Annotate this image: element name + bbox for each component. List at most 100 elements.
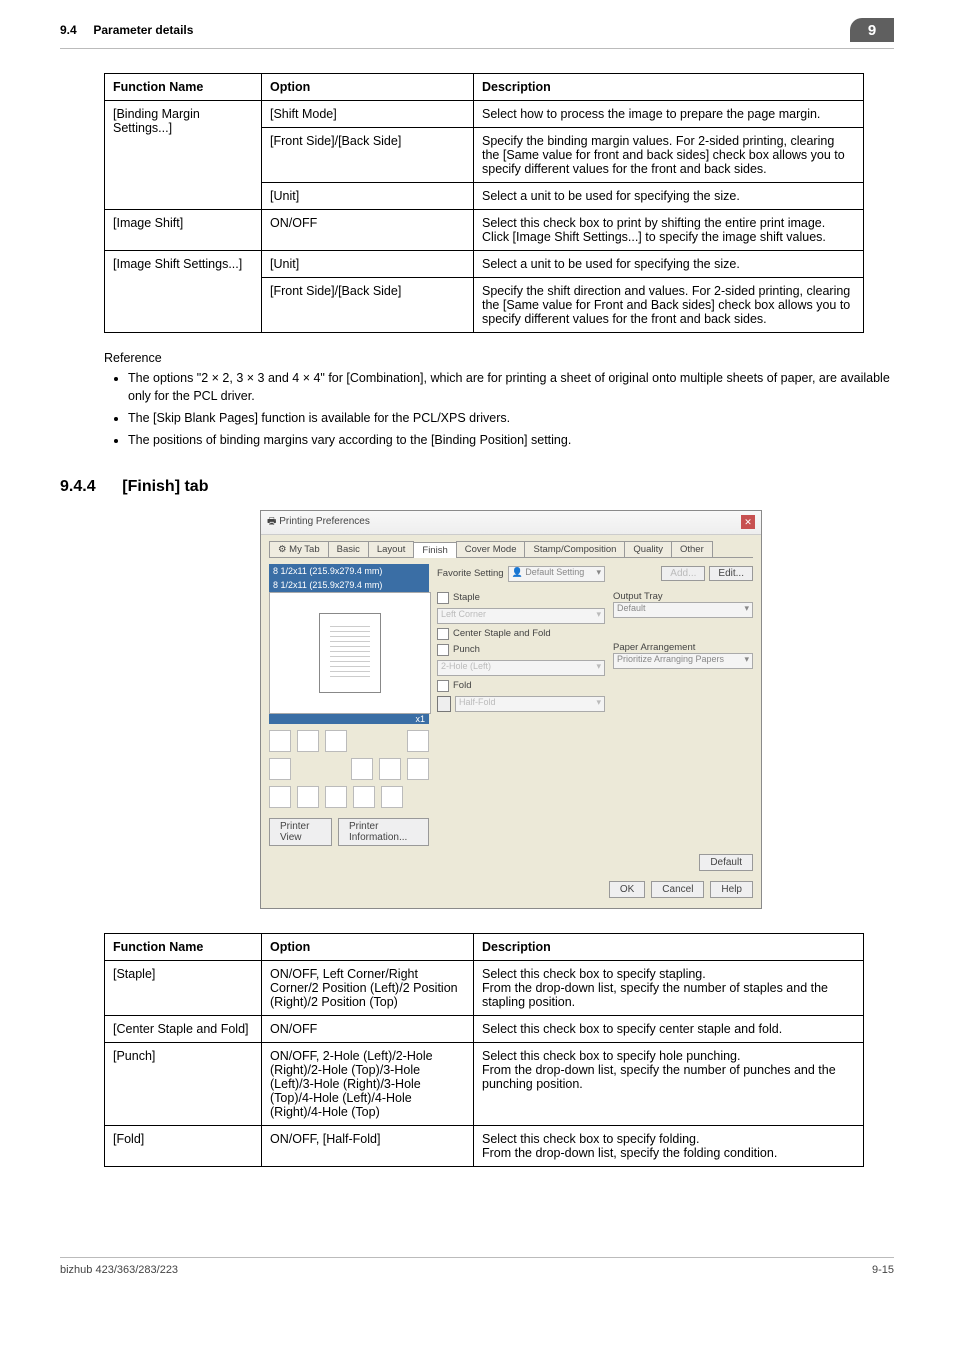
fn-cell: [Fold] (105, 1125, 262, 1166)
dialog-title: Printing Preferences (279, 516, 370, 527)
desc-cell: Select this check box to specify center … (474, 1015, 864, 1042)
chevron-down-icon: ▾ (596, 697, 601, 708)
table-row: [Image Shift Settings...] [Unit] Select … (105, 251, 864, 278)
tool-icon[interactable] (297, 730, 319, 752)
edit-button[interactable]: Edit... (709, 566, 753, 581)
chevron-down-icon: ▾ (596, 609, 601, 620)
table-row: [Staple] ON/OFF, Left Corner/Right Corne… (105, 960, 864, 1015)
fn-cell: [Binding Margin Settings...] (105, 101, 262, 210)
th-option: Option (262, 74, 474, 101)
add-button[interactable]: Add... (661, 566, 705, 581)
op-cell: [Front Side]/[Back Side] (262, 128, 474, 183)
th-function-name: Function Name (105, 74, 262, 101)
tool-icon[interactable] (297, 786, 319, 808)
punch-checkbox[interactable] (437, 644, 449, 656)
subsection-title: [Finish] tab (122, 478, 208, 495)
centerstaple-checkbox[interactable] (437, 628, 449, 640)
chapter-chip: 9 (850, 18, 894, 42)
table-row: [Image Shift] ON/OFF Select this check b… (105, 210, 864, 251)
fold-combo[interactable]: Half-Fold ▾ (455, 696, 605, 712)
default-button[interactable]: Default (699, 854, 753, 871)
reference-item: The options "2 × 2, 3 × 3 and 4 × 4" for… (128, 369, 894, 405)
paper-arrangement-combo[interactable]: Prioritize Arranging Papers ▾ (613, 653, 753, 669)
desc-cell: Specify the binding margin values. For 2… (474, 128, 864, 183)
tab-other[interactable]: Other (671, 541, 713, 557)
table-header-row: Function Name Option Description (105, 74, 864, 101)
staple-checkbox[interactable] (437, 592, 449, 604)
tool-icon[interactable] (269, 758, 291, 780)
help-button[interactable]: Help (710, 881, 753, 898)
chevron-down-icon: ▾ (744, 654, 749, 665)
th-function-name: Function Name (105, 933, 262, 960)
tool-icon[interactable] (381, 786, 403, 808)
tool-icon[interactable] (269, 786, 291, 808)
tool-icon[interactable] (269, 730, 291, 752)
punch-combo[interactable]: 2-Hole (Left) ▾ (437, 660, 605, 676)
subsection-num: 9.4.4 (60, 478, 96, 495)
header-section-title: Parameter details (93, 23, 193, 37)
tab-stamp[interactable]: Stamp/Composition (524, 541, 625, 557)
fn-cell: [Center Staple and Fold] (105, 1015, 262, 1042)
printer-info-button[interactable]: Printer Information... (338, 818, 429, 846)
output-tray-value: Default (617, 603, 646, 613)
tool-icon[interactable] (351, 758, 373, 780)
cancel-button[interactable]: Cancel (651, 881, 704, 898)
fold-label: Fold (453, 680, 471, 691)
tool-icon[interactable] (325, 730, 347, 752)
tab-mytab[interactable]: ⚙ My Tab (269, 541, 329, 557)
staple-combo-value: Left Corner (441, 609, 486, 619)
footer-model: bizhub 423/363/283/223 (60, 1264, 178, 1276)
printer-icon: 🖶 (267, 516, 276, 527)
punch-combo-value: 2-Hole (Left) (441, 661, 491, 671)
printer-view-button[interactable]: Printer View (269, 818, 332, 846)
desc-cell: Select a unit to be used for specifying … (474, 183, 864, 210)
op-cell: [Unit] (262, 251, 474, 278)
fold-combo-value: Half-Fold (459, 697, 496, 707)
favorite-value: Default Setting (525, 567, 584, 577)
staple-combo[interactable]: Left Corner ▾ (437, 608, 605, 624)
paper-arrangement-label: Paper Arrangement (613, 642, 753, 653)
output-tray-combo[interactable]: Default ▾ (613, 602, 753, 618)
paper-size-2: 8 1/2x11 (215.9x279.4 mm) (269, 578, 429, 592)
tab-quality[interactable]: Quality (624, 541, 672, 557)
tool-icon[interactable] (325, 786, 347, 808)
op-cell: [Unit] (262, 183, 474, 210)
footer-pagenum: 9-15 (872, 1264, 894, 1276)
table-row: [Binding Margin Settings...] [Shift Mode… (105, 101, 864, 128)
dialog-screenshot: 🖶 Printing Preferences ✕ ⚙ My Tab Basic … (260, 510, 894, 909)
fn-cell: [Image Shift Settings...] (105, 251, 262, 333)
tool-icon[interactable] (353, 786, 375, 808)
tab-layout[interactable]: Layout (368, 541, 415, 557)
parameter-table-2: Function Name Option Description [Staple… (104, 933, 864, 1167)
favorite-label: Favorite Setting (437, 568, 504, 579)
close-icon[interactable]: ✕ (741, 515, 755, 529)
op-cell: [Shift Mode] (262, 101, 474, 128)
page-preview (269, 592, 431, 714)
tab-covermode[interactable]: Cover Mode (456, 541, 526, 557)
centerstaple-label: Center Staple and Fold (453, 628, 551, 639)
tab-finish[interactable]: Finish (413, 542, 456, 558)
desc-cell: Select this check box to specify hole pu… (474, 1042, 864, 1125)
ok-button[interactable]: OK (609, 881, 645, 898)
th-description: Description (474, 74, 864, 101)
tool-icon[interactable] (379, 758, 401, 780)
op-cell: ON/OFF, Left Corner/Right Corner/2 Posit… (262, 960, 474, 1015)
dialog-tabstrip: ⚙ My Tab Basic Layout Finish Cover Mode … (269, 541, 753, 558)
op-cell: ON/OFF (262, 1015, 474, 1042)
fold-checkbox[interactable] (437, 680, 449, 692)
op-cell: ON/OFF (262, 210, 474, 251)
table-row: [Fold] ON/OFF, [Half-Fold] Select this c… (105, 1125, 864, 1166)
desc-cell: Select a unit to be used for specifying … (474, 251, 864, 278)
punch-label: Punch (453, 644, 480, 655)
tool-icon[interactable] (407, 758, 429, 780)
chevron-down-icon: ▾ (596, 661, 601, 672)
chevron-down-icon: ▾ (596, 567, 601, 578)
reference-item: The positions of binding margins vary ac… (128, 431, 894, 449)
halffold-icon (437, 696, 451, 712)
favorite-combo[interactable]: 👤 Default Setting ▾ (508, 566, 605, 582)
tab-basic[interactable]: Basic (328, 541, 369, 557)
fn-cell: [Image Shift] (105, 210, 262, 251)
copy-count: x1 (269, 714, 429, 724)
th-description: Description (474, 933, 864, 960)
tool-icon[interactable] (407, 730, 429, 752)
